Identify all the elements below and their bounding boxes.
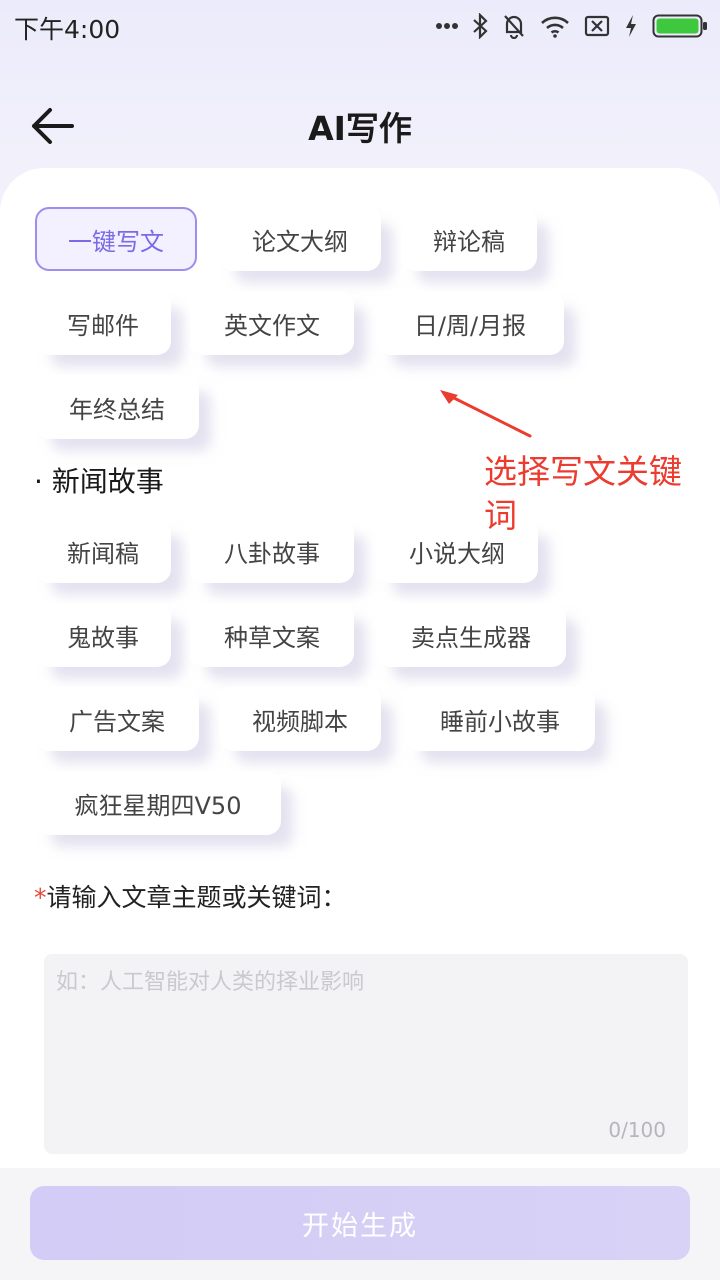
- char-counter: 0/100: [608, 1118, 666, 1142]
- battery-icon: [652, 13, 708, 39]
- topic-input[interactable]: [56, 964, 666, 1114]
- header: AI写作: [0, 80, 720, 170]
- status-bar: 下午4:00: [0, 0, 720, 52]
- chip-ad-copy[interactable]: 广告文案: [35, 687, 199, 751]
- chip-paper-outline[interactable]: 论文大纲: [219, 207, 381, 271]
- chip-daily-weekly-monthly-report[interactable]: 日/周/月报: [376, 291, 564, 355]
- annotation-arrow-icon: [440, 390, 532, 438]
- bottom-bar: 开始生成: [0, 1168, 720, 1280]
- chip-crazy-thursday[interactable]: 疯狂星期四V50: [35, 771, 281, 835]
- topic-label-text: 请输入文章主题或关键词：: [46, 883, 347, 912]
- chip-gossip-story[interactable]: 八卦故事: [190, 519, 354, 583]
- chip-english-essay[interactable]: 英文作文: [190, 291, 354, 355]
- chip-one-click-write[interactable]: 一键写文: [35, 207, 197, 271]
- annotation-text: 选择写文关键词: [484, 452, 682, 535]
- chip-video-script[interactable]: 视频脚本: [219, 687, 381, 751]
- required-mark: *: [34, 883, 47, 912]
- page-title: AI写作: [308, 109, 412, 148]
- chip-bedtime-story[interactable]: 睡前小故事: [405, 687, 595, 751]
- chip-selling-point-generator[interactable]: 卖点生成器: [376, 603, 566, 667]
- no-sim-icon: [584, 15, 610, 37]
- topic-input-box: 0/100: [44, 954, 688, 1154]
- wifi-icon: [540, 14, 570, 38]
- more-dots-icon: [436, 22, 458, 30]
- chip-debate-speech[interactable]: 辩论稿: [401, 207, 537, 271]
- status-time: 下午4:00: [14, 15, 121, 44]
- chip-news-release[interactable]: 新闻稿: [35, 519, 171, 583]
- start-generate-button[interactable]: 开始生成: [30, 1186, 690, 1260]
- content-card: 一键写文 论文大纲 辩论稿 写邮件 英文作文 日/周/月报 年终总结 · 新闻故…: [0, 168, 720, 1168]
- section-title-news-stories: · 新闻故事: [34, 465, 164, 498]
- chip-year-end-summary[interactable]: 年终总结: [35, 375, 199, 439]
- bluetooth-icon: [472, 13, 488, 39]
- chip-write-email[interactable]: 写邮件: [35, 291, 171, 355]
- topic-input-label: *请输入文章主题或关键词：: [34, 878, 347, 914]
- chip-product-recommendation[interactable]: 种草文案: [190, 603, 354, 667]
- status-icons: [436, 10, 708, 42]
- chip-ghost-story[interactable]: 鬼故事: [35, 603, 171, 667]
- mute-bell-icon: [502, 13, 526, 39]
- charging-icon: [624, 14, 638, 38]
